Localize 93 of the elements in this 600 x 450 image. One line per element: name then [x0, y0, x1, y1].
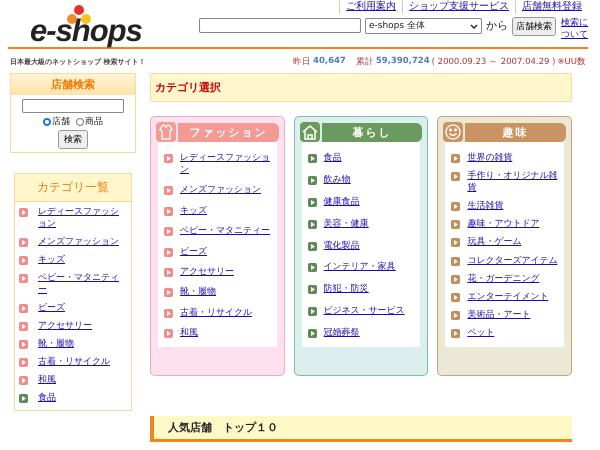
section-title: 人気店舗 トップ１０	[150, 416, 572, 442]
arrow-icon	[451, 172, 460, 182]
arrow-icon	[164, 268, 173, 277]
category-link[interactable]: 食品	[324, 152, 342, 164]
category-link[interactable]: 世界の雑貨	[467, 152, 512, 164]
arrow-icon	[308, 242, 317, 250]
category-link[interactable]: 古着・リサイクル	[38, 356, 110, 368]
category-link[interactable]: 靴・履物	[38, 338, 74, 350]
category-link[interactable]: 手作り・オリジナル雑貨	[467, 170, 560, 194]
category-link[interactable]: 電化製品	[324, 240, 360, 252]
arrow-icon	[451, 292, 460, 302]
arrow-icon	[164, 329, 173, 338]
arrow-icon	[164, 288, 173, 298]
category-link[interactable]: 防犯・防災	[324, 283, 369, 296]
arrow-icon	[308, 307, 317, 316]
arrow-icon	[451, 202, 460, 212]
arrow-icon	[308, 220, 317, 229]
category-link[interactable]: レディースファッション	[180, 152, 273, 176]
arrow-icon	[308, 329, 317, 338]
card-title: 暮らし	[322, 122, 422, 142]
shop-search-button[interactable]: 店舗検索	[512, 17, 556, 36]
arrow-icon	[164, 206, 173, 216]
arrow-icon	[451, 256, 460, 266]
panel-title: 店舗検索	[11, 74, 135, 95]
stat-label: 累計	[356, 56, 374, 68]
category-link[interactable]: 健康食品	[324, 196, 360, 208]
from-label: から	[486, 18, 508, 34]
arrow-icon	[164, 308, 173, 318]
scope-dropdown[interactable]: e-shops 全体	[365, 18, 482, 34]
arrow-icon	[164, 248, 173, 256]
category-link[interactable]: ビジネス・サービス	[324, 305, 405, 318]
category-link[interactable]: ベビー・マタニティー	[38, 272, 127, 296]
category-link[interactable]: 冠婚葬祭	[324, 327, 360, 339]
category-link[interactable]: ベビー・マタニティー	[180, 225, 270, 238]
arrow-icon	[308, 263, 317, 272]
category-link[interactable]: 食品	[38, 392, 56, 404]
category-link[interactable]: 美容・健康	[324, 218, 369, 230]
caret-icon	[470, 24, 478, 29]
category-link[interactable]: 古着・リサイクル	[180, 306, 252, 319]
arrow-icon	[451, 154, 460, 163]
radio-option[interactable]: 店舗	[43, 115, 70, 128]
arrow-icon	[308, 285, 317, 294]
logo[interactable]: e-shops	[8, 0, 185, 47]
search-button[interactable]: 検索	[58, 130, 88, 149]
category-link[interactable]: キッズ	[180, 204, 207, 217]
category-link[interactable]: 玩具・ゲーム	[467, 236, 522, 248]
arrow-icon	[308, 154, 317, 163]
arrow-icon	[308, 176, 317, 185]
category-link[interactable]: 靴・履物	[180, 286, 216, 298]
category-link[interactable]: ビーズ	[38, 302, 65, 314]
stat-value: 59,390,724	[376, 56, 430, 68]
category-link[interactable]: 趣味・アウトドア	[467, 218, 540, 230]
card-title: 趣味	[465, 122, 566, 142]
nav-link[interactable]: ショップ支援サービス	[402, 0, 515, 14]
arrow-icon	[451, 238, 460, 248]
stat-period: ( 2000.09.23 ～ 2007.04.29 )	[432, 56, 556, 68]
category-link[interactable]: キッズ	[38, 254, 65, 266]
category-link[interactable]: アクセサリー	[38, 320, 92, 332]
arrow-icon	[164, 154, 173, 163]
category-link[interactable]: 美術品・アート	[467, 308, 530, 321]
section-title: カテゴリ選択	[150, 73, 572, 102]
category-link[interactable]: 生活雑貨	[467, 200, 504, 212]
category-link[interactable]: メンズファッション	[38, 236, 119, 248]
arrow-icon	[164, 186, 173, 196]
arrow-icon	[308, 198, 317, 207]
panel-title: カテゴリ一覧	[15, 174, 131, 202]
card-title: ファッション	[178, 122, 279, 142]
category-link[interactable]: 和風	[180, 327, 198, 339]
category-link[interactable]: 和風	[38, 374, 56, 386]
arrow-icon	[451, 328, 460, 338]
stat-note: ※UU数	[557, 56, 586, 68]
stat-label: 昨日	[293, 56, 312, 68]
category-link[interactable]: 花・ガーデニング	[467, 272, 540, 285]
stat-value: 40,647	[313, 56, 346, 68]
category-link[interactable]: ビーズ	[180, 246, 207, 258]
category-link[interactable]: 飲み物	[324, 174, 351, 186]
arrow-icon	[451, 310, 460, 320]
search-field[interactable]	[22, 99, 124, 113]
nav-link[interactable]: ご利用案内	[339, 0, 402, 14]
arrow-icon	[451, 274, 460, 284]
search-field[interactable]	[199, 18, 361, 33]
arrow-icon	[164, 227, 173, 236]
search-help-link[interactable]: 検索について	[560, 17, 588, 41]
nav-link[interactable]: 店舗無料登録	[515, 0, 588, 14]
radio-option[interactable]: 商品	[76, 115, 103, 128]
category-link[interactable]: アクセサリー	[180, 266, 234, 278]
category-link[interactable]: エンターテイメント	[467, 290, 548, 303]
category-link[interactable]: レディースファッション	[38, 206, 127, 230]
category-link[interactable]: インテリア・家具	[324, 261, 396, 274]
category-link[interactable]: コレクターズアイテム	[467, 254, 558, 267]
category-link[interactable]: ペット	[467, 326, 494, 339]
arrow-icon	[451, 220, 460, 230]
category-link[interactable]: メンズファッション	[180, 184, 261, 196]
